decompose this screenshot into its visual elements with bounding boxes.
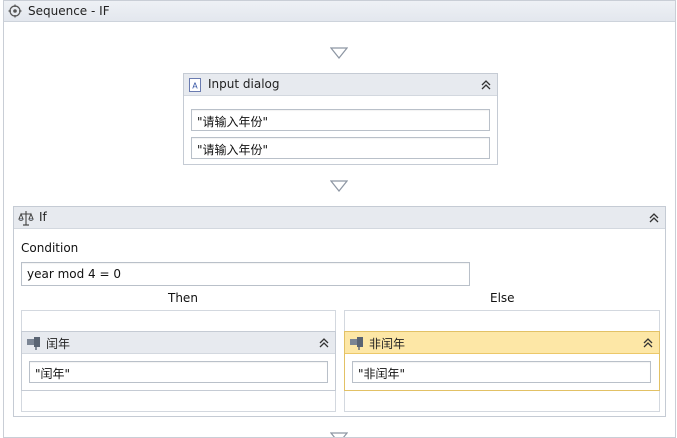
- if-icon: [18, 211, 34, 226]
- message-icon: [350, 337, 363, 350]
- sequence-container[interactable]: Sequence - IF A Input dialog "请输入年份" "请输…: [3, 0, 676, 438]
- drop-arrow-icon[interactable]: [330, 47, 348, 59]
- input-dialog-icon: A: [189, 78, 201, 92]
- condition-input[interactable]: year mod 4 = 0: [21, 262, 470, 286]
- prompt-input[interactable]: "请输入年份": [191, 137, 490, 159]
- else-label: Else: [490, 291, 515, 305]
- condition-label: Condition: [21, 241, 79, 255]
- drop-arrow-icon[interactable]: [330, 180, 348, 192]
- input-dialog-title: Input dialog: [208, 77, 280, 91]
- sequence-title: Sequence - IF: [28, 4, 110, 18]
- sequence-header[interactable]: Sequence - IF: [4, 1, 675, 22]
- drop-arrow-icon[interactable]: [330, 432, 348, 438]
- collapse-icon[interactable]: [647, 211, 661, 225]
- message-icon: [27, 337, 40, 350]
- svg-text:A: A: [192, 82, 198, 91]
- title-input[interactable]: "请输入年份": [191, 109, 490, 131]
- input-dialog-header[interactable]: A Input dialog: [184, 74, 497, 96]
- if-activity[interactable]: If Condition year mod 4 = 0 Then Else 闰年: [13, 206, 666, 417]
- else-branch[interactable]: 非闰年 "非闰年": [344, 310, 660, 412]
- else-message-header[interactable]: 非闰年: [345, 332, 659, 354]
- collapse-icon[interactable]: [641, 336, 655, 350]
- else-message-title: 非闰年: [369, 337, 406, 351]
- collapse-icon[interactable]: [317, 336, 331, 350]
- then-message-header[interactable]: 闰年: [22, 332, 335, 354]
- collapse-icon[interactable]: [479, 78, 493, 92]
- else-message-input[interactable]: "非闰年": [352, 361, 651, 383]
- else-message-activity[interactable]: 非闰年 "非闰年": [344, 331, 660, 391]
- input-dialog-activity[interactable]: A Input dialog "请输入年份" "请输入年份": [183, 73, 498, 165]
- if-title: If: [39, 210, 47, 224]
- then-label: Then: [168, 291, 198, 305]
- sequence-icon: [8, 4, 22, 18]
- if-header[interactable]: If: [14, 207, 665, 229]
- then-message-activity[interactable]: 闰年 "闰年": [21, 331, 336, 391]
- then-branch[interactable]: 闰年 "闰年": [21, 310, 336, 412]
- then-message-input[interactable]: "闰年": [29, 361, 328, 383]
- then-message-title: 闰年: [46, 337, 71, 351]
